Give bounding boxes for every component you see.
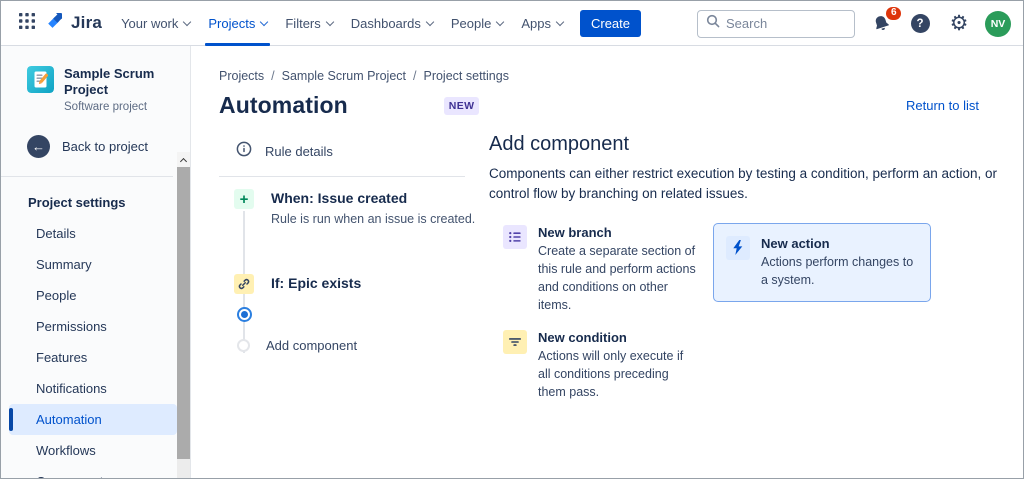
scrollbar-thumb[interactable] xyxy=(177,167,190,459)
trigger-description: Rule is run when an issue is created. xyxy=(271,211,476,226)
nav-projects[interactable]: Projects xyxy=(199,1,276,46)
nav-your-work[interactable]: Your work xyxy=(112,1,199,46)
chevron-down-icon xyxy=(496,17,505,26)
condition-step[interactable]: If: Epic exists xyxy=(219,274,489,295)
notifications-button[interactable]: 6 xyxy=(868,6,901,37)
rule-builder-panel: Rule details + When: Issue created Rule … xyxy=(219,131,489,403)
sidebar-item-notifications[interactable]: Notifications xyxy=(9,373,177,404)
project-type: Software project xyxy=(64,100,148,113)
arrow-left-icon: ← xyxy=(27,134,50,158)
help-icon: ? xyxy=(910,14,930,33)
project-name: Sample Scrum Project xyxy=(64,66,155,98)
sidebar-item-details[interactable]: Details xyxy=(9,218,177,249)
help-button[interactable]: ? xyxy=(907,11,933,37)
breadcrumb-project-settings[interactable]: Project settings xyxy=(423,69,508,83)
add-component-panel: Add component Components can either rest… xyxy=(489,131,1007,403)
option-new-condition[interactable]: New condition Actions will only execute … xyxy=(501,328,701,403)
page-title: Automation xyxy=(219,92,348,118)
jira-logo-text: Jira xyxy=(71,13,103,32)
option-title[interactable]: New condition xyxy=(538,330,699,345)
plus-icon: + xyxy=(234,189,254,209)
gear-icon: ⚙ xyxy=(949,12,969,35)
filter-icon xyxy=(503,330,527,354)
add-component-title: Add component xyxy=(489,133,630,155)
top-navigation: Jira Your work Projects Filters Dashboar… xyxy=(1,1,1023,46)
nav-people[interactable]: People xyxy=(442,1,512,46)
breadcrumb-projects[interactable]: Projects xyxy=(219,69,264,83)
rule-details-button[interactable]: Rule details xyxy=(219,131,489,162)
breadcrumb-separator: / xyxy=(413,69,417,83)
project-sidebar: Sample Scrum Project Software project ← … xyxy=(1,46,191,478)
jira-window: Jira Your work Projects Filters Dashboar… xyxy=(0,0,1024,479)
chevron-down-icon xyxy=(425,17,435,26)
condition-title[interactable]: If: Epic exists xyxy=(271,274,361,294)
breadcrumb-separator: / xyxy=(271,69,275,83)
project-header: Sample Scrum Project Software project xyxy=(1,46,190,113)
option-title[interactable]: New action xyxy=(761,236,918,251)
create-button[interactable]: Create xyxy=(579,9,642,37)
sidebar-item-permissions[interactable]: Permissions xyxy=(9,311,177,342)
chevron-down-icon xyxy=(325,17,334,26)
option-new-branch[interactable]: New branch Create a separate section of … xyxy=(501,223,701,317)
info-icon xyxy=(236,141,252,162)
nav-apps[interactable]: Apps xyxy=(512,1,572,46)
jira-logo[interactable]: Jira xyxy=(45,11,102,36)
add-component-label[interactable]: Add component xyxy=(266,338,357,353)
rule-timeline: + When: Issue created Rule is run when a… xyxy=(219,189,489,353)
breadcrumb: Projects / Sample Scrum Project / Projec… xyxy=(219,69,1007,83)
caret-up-icon xyxy=(179,157,188,165)
global-search[interactable] xyxy=(697,9,855,38)
app-switcher-button[interactable] xyxy=(11,7,43,39)
return-to-list-link[interactable]: Return to list xyxy=(906,98,979,113)
link-icon xyxy=(234,274,254,295)
option-description: Create a separate section of this rule a… xyxy=(538,243,696,312)
new-badge: NEW xyxy=(443,96,480,115)
sidebar-item-automation[interactable]: Automation xyxy=(9,403,177,435)
add-component-step[interactable]: Add component xyxy=(219,338,489,353)
sidebar-item-features[interactable]: Features xyxy=(9,342,177,373)
title-row: Automation NEW Return to list xyxy=(219,92,1007,119)
project-header-text: Sample Scrum Project Software project xyxy=(64,66,180,113)
radio-selected-icon[interactable] xyxy=(237,307,252,323)
avatar[interactable]: NV xyxy=(985,10,1011,37)
settings-button[interactable]: ⚙ xyxy=(946,11,972,37)
lightning-icon xyxy=(726,235,750,260)
back-to-project-button[interactable]: ← Back to project xyxy=(1,134,190,158)
scrollbar-up-button[interactable] xyxy=(177,152,190,167)
sidebar-item-components[interactable]: Components xyxy=(9,466,177,479)
grid-icon xyxy=(19,12,35,34)
notification-count-badge: 6 xyxy=(886,6,901,20)
topnav-right-cluster: 6 ? ⚙ NV xyxy=(697,1,1011,46)
breadcrumb-project-name[interactable]: Sample Scrum Project xyxy=(282,69,406,83)
nav-dashboards[interactable]: Dashboards xyxy=(342,1,442,46)
trigger-step[interactable]: + When: Issue created Rule is run when a… xyxy=(219,189,489,227)
search-input[interactable] xyxy=(726,16,846,31)
component-options: New branch Create a separate section of … xyxy=(501,222,1007,404)
branch-list-icon xyxy=(503,224,527,249)
radio-empty-icon[interactable] xyxy=(237,339,250,353)
chevron-down-icon xyxy=(183,17,192,26)
add-component-description: Components can either restrict execution… xyxy=(489,166,998,202)
option-title[interactable]: New branch xyxy=(538,225,699,240)
insert-position-radio[interactable] xyxy=(237,307,489,323)
trigger-title[interactable]: When: Issue created xyxy=(271,189,475,209)
jira-logo-icon xyxy=(45,11,65,36)
project-settings-menu: Project settings Details Summary People … xyxy=(1,177,190,479)
chevron-down-icon xyxy=(555,17,565,26)
nav-filters[interactable]: Filters xyxy=(276,1,341,46)
main-content: Projects / Sample Scrum Project / Projec… xyxy=(191,46,1023,478)
option-description: Actions perform changes to a system. xyxy=(761,254,914,287)
sidebar-section-title: Project settings xyxy=(28,194,126,210)
sidebar-item-summary[interactable]: Summary xyxy=(9,249,177,280)
option-description: Actions will only execute if all conditi… xyxy=(538,349,684,400)
sidebar-item-workflows[interactable]: Workflows xyxy=(9,435,177,466)
search-icon xyxy=(706,14,720,33)
sidebar-item-people[interactable]: People xyxy=(9,280,177,311)
chevron-down-icon xyxy=(260,17,269,26)
rule-panel-divider xyxy=(219,176,465,177)
sidebar-scrollbar[interactable] xyxy=(177,152,190,478)
option-new-action[interactable]: New action Actions perform changes to a … xyxy=(713,222,931,302)
project-avatar-icon xyxy=(27,66,54,93)
